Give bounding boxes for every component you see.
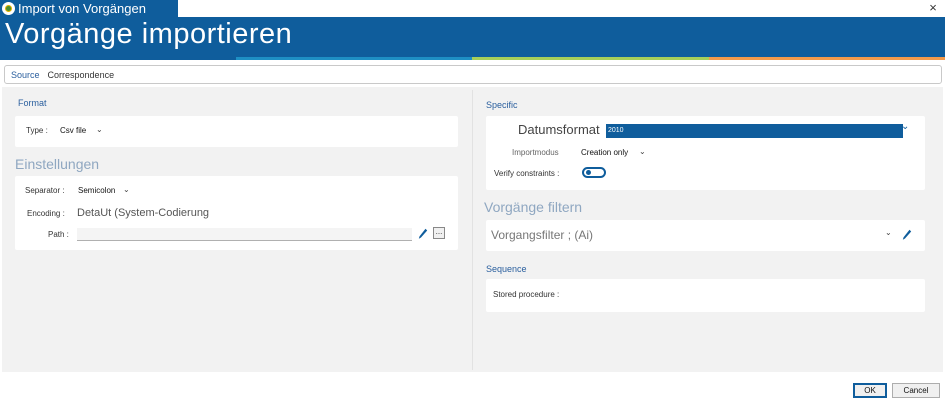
specific-panel: Datumsformat 2010 ⌄ Importmodus Creation… (486, 116, 925, 190)
toggle-knob (586, 170, 591, 175)
stripe-segment (472, 57, 709, 60)
filter-value[interactable]: Vorgangsfilter ; (Ai) (491, 228, 593, 242)
sequence-panel: Stored procedure : (486, 279, 925, 312)
einstellungen-panel: Separator : Semicolon ⌄ Encoding : DetaU… (15, 176, 458, 250)
close-icon[interactable]: × (926, 0, 940, 16)
chevron-down-icon[interactable]: ⌄ (123, 185, 130, 194)
browse-button[interactable]: ... (433, 227, 445, 239)
sequence-title: Sequence (486, 264, 527, 274)
verify-constraints-toggle[interactable] (582, 167, 606, 178)
type-select[interactable]: Csv file (60, 126, 86, 135)
stripe-segment (236, 57, 472, 60)
chevron-down-icon[interactable]: ⌄ (901, 121, 909, 132)
ok-button[interactable]: OK (853, 383, 887, 398)
source-field[interactable]: Source Correspondence (4, 65, 942, 84)
importmodus-select[interactable]: Creation only (581, 148, 628, 157)
source-value: Correspondence (47, 69, 115, 80)
header-banner: Vorgänge importieren (0, 17, 945, 57)
datumsformat-label: Datumsformat (518, 122, 600, 137)
footer: OK Cancel (0, 372, 945, 401)
title-bar: Import von Vorgängen × (0, 0, 945, 17)
app-icon (2, 2, 15, 15)
stripe-segment (709, 57, 945, 60)
window-title: Import von Vorgängen (18, 1, 146, 16)
filter-panel: Vorgangsfilter ; (Ai) ⌄ (486, 220, 925, 251)
cancel-button[interactable]: Cancel (892, 383, 940, 398)
specific-title: Specific (486, 100, 518, 110)
column-divider (472, 90, 473, 370)
chevron-down-icon[interactable]: ⌄ (885, 228, 892, 237)
page-title: Vorgänge importieren (5, 18, 293, 50)
datumsformat-select[interactable]: 2010 (606, 124, 903, 138)
einstellungen-title: Einstellungen (15, 156, 100, 172)
header-stripes (0, 57, 945, 60)
path-label: Path : (48, 230, 69, 239)
format-panel: Type : Csv file ⌄ (15, 116, 458, 147)
separator-select[interactable]: Semicolon (78, 186, 115, 195)
title-bar-caption: Import von Vorgängen (0, 0, 178, 17)
pencil-icon[interactable] (902, 229, 912, 241)
chevron-down-icon[interactable]: ⌄ (639, 147, 646, 156)
stripe-segment (0, 57, 236, 60)
encoding-value[interactable]: DetaUt (System-Codierung (77, 207, 209, 219)
pencil-icon[interactable] (418, 228, 428, 240)
path-input[interactable] (77, 228, 412, 241)
importmodus-label: Importmodus (512, 148, 559, 157)
encoding-label: Encoding : (27, 209, 65, 218)
verify-constraints-label: Verify constraints : (494, 169, 560, 178)
filter-title: Vorgänge filtern (484, 199, 583, 215)
separator-label: Separator : (25, 186, 65, 195)
type-label: Type : (26, 126, 48, 135)
format-title: Format (18, 98, 47, 108)
source-label: Source (11, 69, 40, 80)
chevron-down-icon[interactable]: ⌄ (96, 125, 103, 134)
main-area: Format Type : Csv file ⌄ Einstellungen S… (2, 87, 943, 372)
stored-procedure-label: Stored procedure : (493, 290, 560, 299)
